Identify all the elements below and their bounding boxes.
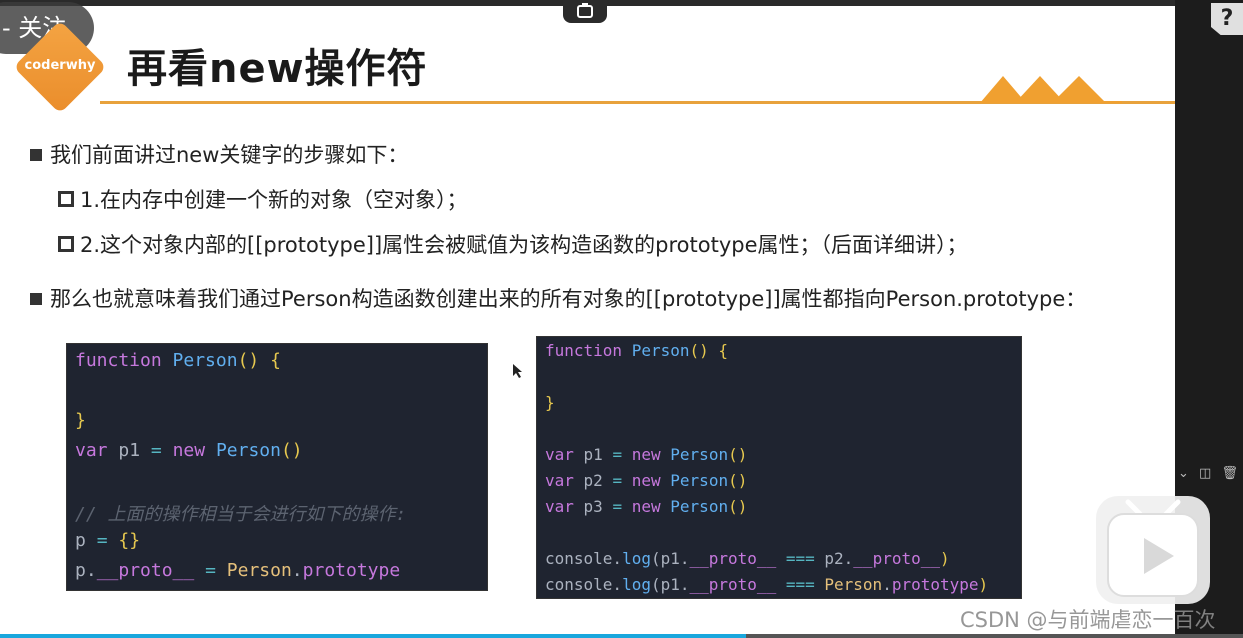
code-line: console.log(p1.__proto__ === p2.__proto_…: [545, 549, 950, 568]
trash-icon[interactable]: 🗑: [1221, 466, 1238, 481]
code-line: function Person() {: [75, 350, 281, 371]
sub-bullet-text: 1.在内存中创建一个新的对象（空对象）；: [80, 188, 468, 212]
code-line: var p1 = new Person(): [75, 440, 303, 461]
code-line: console.log(p1.__proto__ === Person.prot…: [545, 575, 989, 594]
code-line: var p3 = new Person(): [545, 497, 748, 516]
sub-bullet-text: 2.这个对象内部的[[prototype]]属性会被赋值为该构造函数的proto…: [80, 233, 968, 257]
bullet-prototype-pointer: 那么也就意味着我们通过Person构造函数创建出来的所有对象的[[prototy…: [30, 283, 1086, 313]
sub-bullet-step-2: 2.这个对象内部的[[prototype]]属性会被赋值为该构造函数的proto…: [58, 229, 968, 259]
play-button[interactable]: [1096, 496, 1210, 604]
code-line: }: [545, 393, 555, 412]
hollow-square-icon: [58, 236, 74, 252]
code-line: var p2 = new Person(): [545, 471, 748, 490]
code-line: function Person() {: [545, 341, 729, 360]
code-line: p = {}: [75, 530, 141, 551]
bullet-square-icon: [30, 149, 42, 161]
code-block-right: function Person() { } var p1 = new Perso…: [536, 336, 1022, 599]
code-comment: // 上面的操作相当于会进行如下的操作:: [75, 504, 407, 525]
video-progress-fill: [0, 634, 746, 638]
code-line: var p1 = new Person(): [545, 445, 748, 464]
code-line: p.__proto__ = Person.prototype: [75, 560, 401, 581]
slide-title: 再看new操作符: [127, 46, 428, 92]
bullet-text: 我们前面讲过new关键字的步骤如下：: [50, 143, 409, 167]
code-line: }: [75, 410, 86, 431]
mouse-cursor-icon: [513, 364, 522, 378]
chevron-down-icon[interactable]: ⌄: [1178, 466, 1189, 481]
sub-bullet-step-1: 1.在内存中创建一个新的对象（空对象）；: [58, 184, 468, 214]
code-block-left: function Person() { } var p1 = new Perso…: [66, 343, 488, 591]
csdn-watermark: CSDN @与前端虐恋一百次: [960, 608, 1216, 632]
bullet-new-steps: 我们前面讲过new关键字的步骤如下：: [30, 139, 408, 169]
mountain-decoration-icon: [980, 76, 1122, 103]
hollow-square-icon: [58, 191, 74, 207]
help-button[interactable]: ?: [1211, 3, 1243, 35]
logo-text: coderwhy: [24, 58, 96, 73]
minus-icon: ‑: [2, 14, 19, 42]
bullet-text: 那么也就意味着我们通过Person构造函数创建出来的所有对象的[[prototy…: [50, 287, 1087, 311]
camera-icon: [577, 3, 593, 18]
panel-toolbar: ⌄ ◫ 🗑: [1178, 466, 1238, 481]
tv-play-icon: [1107, 499, 1199, 597]
bullet-square-icon: [30, 293, 42, 305]
screenshot-button[interactable]: [563, 0, 607, 23]
split-view-icon[interactable]: ◫: [1199, 466, 1211, 481]
